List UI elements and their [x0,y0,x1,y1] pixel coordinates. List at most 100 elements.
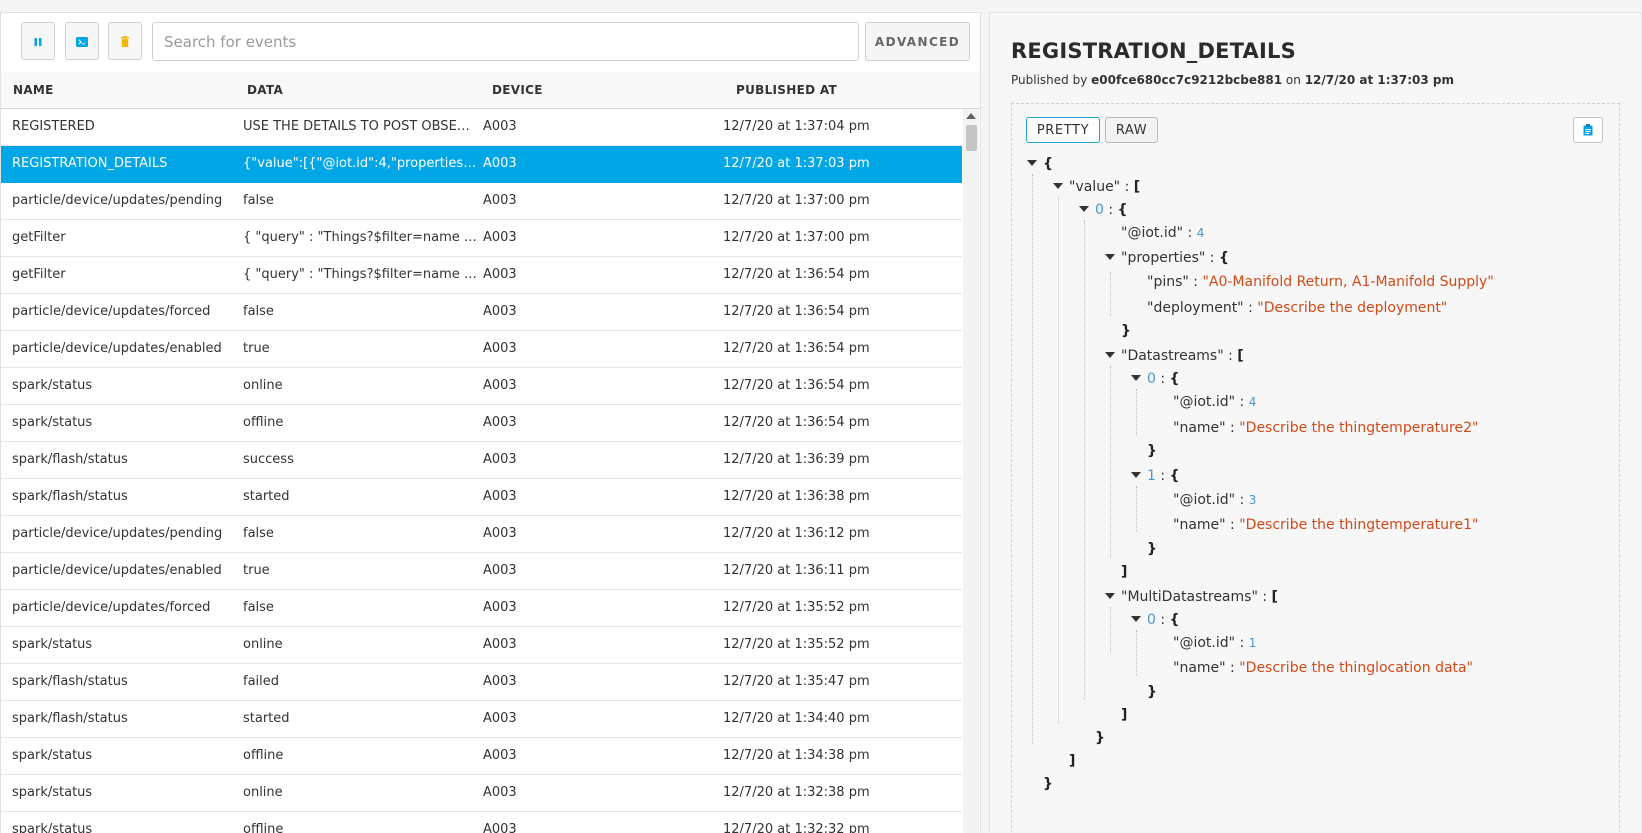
event-list-scrollbar[interactable] [963,109,979,833]
collapse-toggle-icon[interactable] [1105,593,1115,599]
table-row[interactable]: spark/flash/status success A003 12/7/20 at … [1,442,962,479]
json-line[interactable]: 0 : { [1079,201,1128,219]
json-value: 3 [1248,493,1257,507]
table-header: NAME DATA DEVICE PUBLISHED AT [1,72,980,109]
table-row[interactable]: particle/device/updates/forced false A003 1… [1,590,962,627]
collapse-toggle-icon[interactable] [1079,206,1089,212]
table-row[interactable]: particle/device/updates/forced false A003 1… [1,294,962,331]
json-line: "deployment" : "Describe the deployment" [1147,300,1448,316]
event-published-cell: 12/7/20 at 1:36:11 pm [723,563,870,578]
event-name-cell: getFilter [12,267,66,282]
json-key: "value" [1069,179,1121,195]
json-line: } [1147,683,1157,701]
event-device-cell: A003 [483,341,517,356]
event-published-cell: 12/7/20 at 1:36:54 pm [723,341,870,356]
pause-icon [33,32,43,51]
json-line: } [1147,442,1157,460]
event-data-cell: false [243,600,274,615]
table-row[interactable]: spark/status online A003 12/7/20 at 1:36:54… [1,368,962,405]
table-row[interactable]: getFilter { "query" : "Things?$filter=nam… [1,257,962,294]
json-line[interactable]: 0 : { [1131,370,1180,388]
event-published-cell: 12/7/20 at 1:37:00 pm [723,193,870,208]
event-device-cell: A003 [483,378,517,393]
event-detail-meta: Published by e00fce680cc7c9212bcbe881 on… [1011,73,1454,87]
collapse-toggle-icon[interactable] [1105,254,1115,260]
search-input[interactable] [152,22,859,61]
clear-button[interactable] [108,22,142,60]
pretty-view-button[interactable]: PRETTY [1026,117,1100,143]
event-name-cell: spark/flash/status [12,711,128,726]
collapse-toggle-icon[interactable] [1131,375,1141,381]
table-row[interactable]: spark/flash/status started A003 12/7/20 at … [1,479,962,516]
json-line[interactable]: 1 : { [1131,467,1180,485]
table-row[interactable]: particle/device/updates/pending false A003… [1,183,962,220]
json-key: "@iot.id" [1173,635,1236,651]
collapse-toggle-icon[interactable] [1027,160,1037,166]
column-header-name[interactable]: NAME [13,83,54,97]
json-value: { [1169,468,1180,484]
json-line: "@iot.id" : 4 [1121,225,1205,241]
collapse-toggle-icon[interactable] [1105,352,1115,358]
table-row[interactable]: spark/status offline A003 12/7/20 at 1:34:3… [1,738,962,775]
json-value: } [1147,541,1157,557]
advanced-button[interactable]: ADVANCED [865,22,970,61]
terminal-button[interactable] [65,22,99,60]
json-value: } [1095,730,1105,746]
table-row[interactable]: spark/status offline A003 12/7/20 at 1:36:5… [1,405,962,442]
event-detail-title: REGISTRATION_DETAILS [1011,39,1296,63]
pause-button[interactable] [21,22,55,60]
collapse-toggle-icon[interactable] [1131,472,1141,478]
event-name-cell: REGISTRATION_DETAILS [12,156,168,171]
json-key: "MultiDatastreams" [1121,589,1258,605]
event-data-cell: offline [243,415,284,430]
json-line[interactable]: "value" : [ [1053,178,1140,196]
event-device-cell: A003 [483,600,517,615]
collapse-toggle-icon[interactable] [1053,183,1063,189]
table-row[interactable]: particle/device/updates/enabled true A003 1… [1,331,962,368]
table-row[interactable]: REGISTRATION_DETAILS {"value":[{"@iot.id"… [1,146,962,183]
collapse-toggle-icon[interactable] [1131,616,1141,622]
column-header-published-at[interactable]: PUBLISHED AT [736,83,837,97]
json-line[interactable]: { [1027,155,1053,173]
event-name-cell: spark/status [12,748,93,763]
event-device-cell: A003 [483,119,517,134]
event-published-cell: 12/7/20 at 1:36:54 pm [723,415,870,430]
json-indent-guide [1136,486,1137,532]
json-line: "name" : "Describe the thingtemperature2… [1173,420,1479,436]
table-row[interactable]: particle/device/updates/enabled true A003 1… [1,553,962,590]
table-row[interactable]: REGISTERED USE THE DETAILS TO POST OBSERV… [1,109,962,146]
event-log-panel: ADVANCED NAME DATA DEVICE PUBLISHED AT R… [0,12,981,833]
scroll-up-arrow-icon[interactable] [966,113,976,119]
raw-view-button[interactable]: RAW [1105,117,1158,143]
clipboard-icon [1583,121,1593,140]
event-name-cell: spark/flash/status [12,452,128,467]
json-line: "@iot.id" : 1 [1173,635,1257,651]
table-row[interactable]: getFilter { "query" : "Things?$filter=nam… [1,220,962,257]
json-line[interactable]: 0 : { [1131,611,1180,629]
json-line[interactable]: "properties" : { [1105,249,1229,267]
scrollbar-thumb[interactable] [966,125,977,151]
column-header-data[interactable]: DATA [247,83,283,97]
column-header-device[interactable]: DEVICE [492,83,543,97]
json-key: "properties" [1121,250,1206,266]
json-value: "Describe the thinglocation data" [1239,660,1474,676]
json-line[interactable]: "Datastreams" : [ [1105,347,1244,365]
table-row[interactable]: particle/device/updates/pending false A003… [1,516,962,553]
table-row[interactable]: spark/status online A003 12/7/20 at 1:32:38… [1,775,962,812]
table-row[interactable]: spark/flash/status failed A003 12/7/20 at 1… [1,664,962,701]
json-value: "Describe the thingtemperature1" [1239,517,1479,533]
json-line[interactable]: "MultiDatastreams" : [ [1105,588,1278,606]
json-value: "A0-Manifold Return, A1-Manifold Supply" [1202,274,1494,290]
table-row[interactable]: spark/flash/status started A003 12/7/20 at … [1,701,962,738]
json-value: 4 [1248,395,1257,409]
json-key: "name" [1173,420,1226,436]
table-row[interactable]: spark/status offline A003 12/7/20 at 1:32:3… [1,812,962,833]
json-key: "@iot.id" [1121,225,1184,241]
event-data-cell: online [243,637,283,652]
event-name-cell: spark/status [12,785,93,800]
table-row[interactable]: spark/status online A003 12/7/20 at 1:35:52… [1,627,962,664]
event-device-cell: A003 [483,415,517,430]
copy-button[interactable] [1573,117,1603,143]
json-line: } [1043,775,1053,793]
event-name-cell: REGISTERED [12,119,95,134]
